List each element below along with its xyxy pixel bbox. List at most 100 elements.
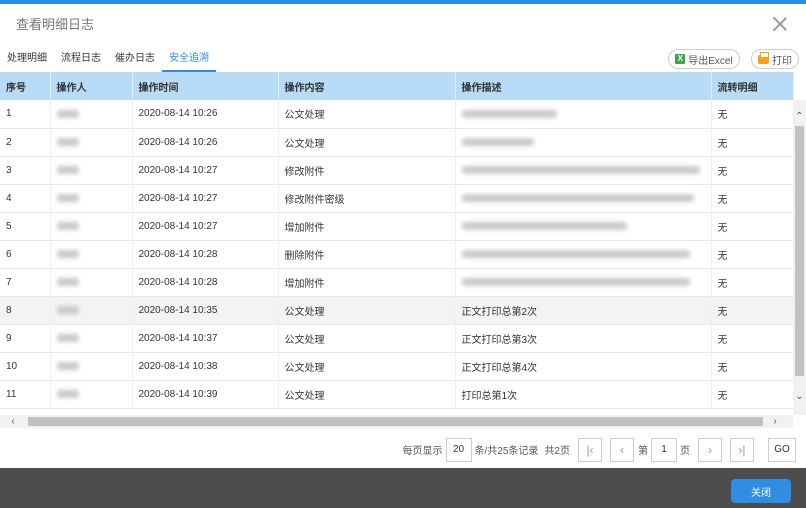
- scroll-right-icon[interactable]: ›: [768, 415, 782, 428]
- col-header-action[interactable]: 操作内容: [278, 72, 456, 100]
- scroll-left-icon[interactable]: ‹: [6, 415, 20, 428]
- table-row[interactable]: 1 2020-08-14 10:26 公文处理 无: [0, 100, 794, 128]
- horizontal-scroll-thumb[interactable]: [28, 417, 763, 426]
- table-row[interactable]: 8 2020-08-14 10:35 公文处理 正文打印总第2次无: [0, 296, 794, 324]
- cell-description: [455, 184, 712, 212]
- table-row[interactable]: 7 2020-08-14 10:28 增加附件 无: [0, 268, 794, 296]
- table-row[interactable]: 11 2020-08-14 10:39 公文处理 打印总第1次无: [0, 380, 794, 408]
- export-excel-button[interactable]: X 导出Excel: [668, 49, 740, 69]
- cell-operator: [50, 128, 133, 156]
- top-accent-bar: [0, 0, 806, 4]
- cell-operator: [50, 352, 133, 380]
- tab-processing-details[interactable]: 处理明细: [0, 50, 54, 72]
- per-page-input[interactable]: 20: [445, 437, 472, 462]
- cell-action: 修改附件: [278, 156, 456, 184]
- col-header-operator[interactable]: 操作人: [50, 72, 133, 100]
- vertical-scroll-thumb[interactable]: [795, 126, 804, 376]
- redacted-description: [461, 193, 694, 202]
- table-header-row: 序号 操作人 操作时间 操作内容 操作描述 流转明细: [0, 72, 794, 100]
- cell-description: 正文打印总第4次: [455, 352, 712, 380]
- cell-time: 2020-08-14 10:35: [132, 296, 279, 324]
- redacted-operator: [56, 109, 79, 118]
- excel-icon: X: [675, 54, 686, 64]
- table-row[interactable]: 5 2020-08-14 10:27 增加附件 无: [0, 212, 794, 240]
- last-page-button[interactable]: ›|: [730, 437, 754, 462]
- cell-flow: 无: [711, 156, 794, 184]
- cell-operator: [50, 240, 133, 268]
- cell-action: 公文处理: [278, 296, 456, 324]
- first-page-icon: |‹: [586, 442, 594, 457]
- log-table: 序号 操作人 操作时间 操作内容 操作描述 流转明细 1 2020-08-14 1…: [0, 72, 794, 409]
- cell-time: 2020-08-14 10:27: [132, 212, 279, 240]
- log-table-container: 序号 操作人 操作时间 操作内容 操作描述 流转明细 1 2020-08-14 1…: [0, 72, 806, 415]
- cell-flow: 无: [711, 128, 794, 156]
- redacted-description: [461, 277, 690, 286]
- cell-no: 5: [0, 212, 51, 240]
- go-button[interactable]: GO: [768, 437, 796, 462]
- col-header-time[interactable]: 操作时间: [132, 72, 279, 100]
- cell-description: [455, 240, 712, 268]
- pagination: 每页显示 20 条/共25条记录 共2页 |‹ ‹ 第 1 页 › ›| GO: [403, 437, 796, 462]
- cell-no: 6: [0, 240, 51, 268]
- cell-flow: 无: [711, 268, 794, 296]
- table-row[interactable]: 3 2020-08-14 10:27 修改附件 无: [0, 156, 794, 184]
- scroll-up-icon[interactable]: ⌃: [793, 110, 806, 124]
- table-row[interactable]: 4 2020-08-14 10:27 修改附件密级 无: [0, 184, 794, 212]
- cell-no: 2: [0, 128, 51, 156]
- cell-description: 正文打印总第2次: [455, 296, 712, 324]
- tab-urge-log[interactable]: 催办日志: [108, 50, 162, 72]
- cell-flow: 无: [711, 184, 794, 212]
- redacted-operator: [56, 333, 79, 342]
- cell-action: 公文处理: [278, 352, 456, 380]
- dialog-title: 查看明细日志: [16, 17, 95, 32]
- redacted-operator: [56, 137, 79, 146]
- table-row[interactable]: 9 2020-08-14 10:37 公文处理 正文打印总第3次无: [0, 324, 794, 352]
- cell-action: 增加附件: [278, 212, 456, 240]
- col-header-description[interactable]: 操作描述: [455, 72, 712, 100]
- scroll-down-icon[interactable]: ⌄: [793, 390, 806, 404]
- first-page-button[interactable]: |‹: [578, 437, 602, 462]
- redacted-operator: [56, 361, 79, 370]
- cell-time: 2020-08-14 10:39: [132, 380, 279, 408]
- redacted-operator: [56, 277, 79, 286]
- next-page-button[interactable]: ›: [698, 437, 722, 462]
- cell-no: 8: [0, 296, 51, 324]
- table-row[interactable]: 10 2020-08-14 10:38 公文处理 正文打印总第4次无: [0, 352, 794, 380]
- last-page-icon: ›|: [738, 442, 746, 457]
- print-button[interactable]: 打印: [751, 49, 799, 69]
- cell-description: 打印总第1次: [455, 380, 712, 408]
- cell-time: 2020-08-14 10:28: [132, 240, 279, 268]
- col-header-no[interactable]: 序号: [0, 72, 51, 100]
- total-pages: 共2页: [544, 446, 570, 457]
- cell-action: 删除附件: [278, 240, 456, 268]
- redacted-operator: [56, 165, 79, 174]
- cell-flow: 无: [711, 100, 794, 128]
- tab-flow-log[interactable]: 流程日志: [54, 50, 108, 72]
- prev-page-button[interactable]: ‹: [610, 437, 634, 462]
- cell-flow: 无: [711, 240, 794, 268]
- redacted-description: [461, 109, 557, 118]
- page-prefix: 第: [638, 446, 648, 457]
- close-icon[interactable]: [772, 16, 788, 32]
- vertical-scrollbar[interactable]: ⌃ ⌄: [793, 100, 806, 415]
- cell-time: 2020-08-14 10:26: [132, 100, 279, 128]
- close-button[interactable]: 关闭: [731, 479, 791, 503]
- table-row[interactable]: 6 2020-08-14 10:28 删除附件 无: [0, 240, 794, 268]
- cell-action: 公文处理: [278, 100, 456, 128]
- tab-bar: 处理明细 流程日志 催办日志 安全追溯: [0, 50, 216, 72]
- cell-time: 2020-08-14 10:37: [132, 324, 279, 352]
- export-excel-label: 导出Excel: [688, 55, 733, 67]
- cell-action: 修改附件密级: [278, 184, 456, 212]
- cell-time: 2020-08-14 10:26: [132, 128, 279, 156]
- current-page-input[interactable]: 1: [651, 437, 677, 462]
- table-row[interactable]: 2 2020-08-14 10:26 公文处理 无: [0, 128, 794, 156]
- redacted-description: [461, 165, 700, 174]
- cell-no: 10: [0, 352, 51, 380]
- cell-description: [455, 100, 712, 128]
- redacted-operator: [56, 305, 79, 314]
- horizontal-scrollbar[interactable]: ‹ ›: [0, 415, 793, 428]
- redacted-description: [461, 137, 534, 146]
- tab-security-trace[interactable]: 安全追溯: [162, 50, 216, 72]
- col-header-flow[interactable]: 流转明细: [711, 72, 794, 100]
- redacted-operator: [56, 249, 79, 258]
